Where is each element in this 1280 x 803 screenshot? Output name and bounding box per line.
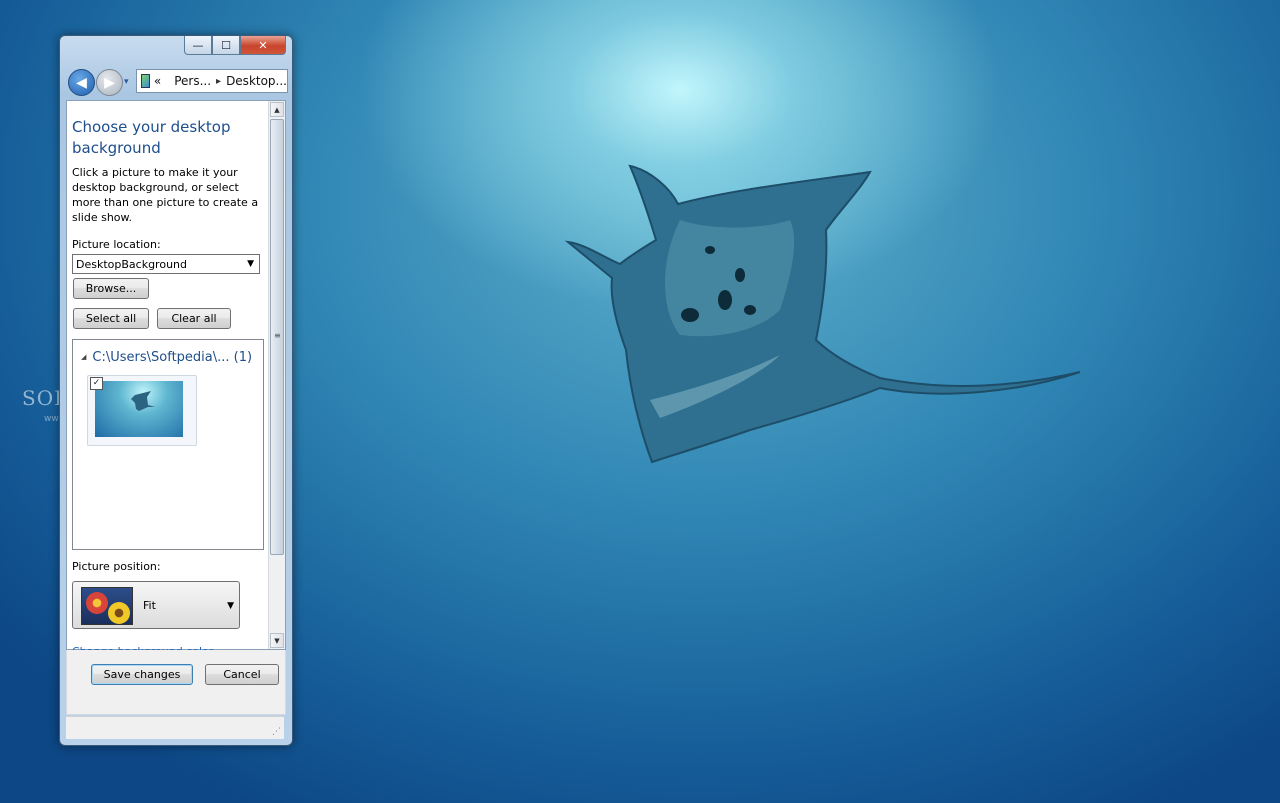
manta-ray-wallpaper-image	[564, 164, 1081, 464]
content-pane: Choose your desktop background Click a p…	[66, 100, 286, 658]
desktop-background-window: — ☐ ✕ ◀ ▶ ▾ « Pers... ▸ Desktop... Choos…	[59, 35, 293, 746]
clear-all-button[interactable]: Clear all	[157, 308, 231, 329]
collapse-triangle-icon[interactable]: ◢	[81, 353, 86, 361]
address-segment-desktop-background[interactable]: Desktop...	[226, 74, 287, 88]
minimize-button[interactable]: —	[184, 36, 212, 55]
picture-location-dropdown[interactable]: DesktopBackground ▼	[72, 254, 260, 274]
caption-buttons: — ☐ ✕	[184, 36, 286, 55]
page-title: Choose your desktop background	[72, 118, 231, 157]
close-button[interactable]: ✕	[240, 36, 286, 55]
resize-grip-icon[interactable]: ⋰	[272, 727, 281, 737]
save-changes-button[interactable]: Save changes	[91, 664, 193, 685]
address-overflow-chevron[interactable]: «	[154, 74, 161, 88]
picture-position-value: Fit	[143, 599, 156, 612]
picture-position-preview-image	[81, 587, 133, 625]
scroll-up-arrow-icon[interactable]: ▲	[270, 102, 284, 117]
address-segment-personalization[interactable]: Pers...	[174, 74, 211, 88]
scrollbar-grip-icon: ≡	[274, 331, 281, 340]
thumbnail-checkbox[interactable]: ✓	[90, 377, 103, 390]
gallery-thumbnail-item[interactable]: ✓	[87, 375, 197, 446]
cancel-button[interactable]: Cancel	[205, 664, 279, 685]
browse-button[interactable]: Browse...	[73, 278, 149, 299]
vertical-scrollbar[interactable]: ▲ ≡ ▼	[268, 101, 285, 649]
status-bar: ⋰	[66, 716, 284, 739]
picture-position-label: Picture position:	[72, 560, 161, 573]
scrollbar-thumb[interactable]: ≡	[270, 119, 284, 555]
gallery-group-title: C:\Users\Softpedia\... (1)	[92, 350, 253, 365]
scroll-down-arrow-icon[interactable]: ▼	[270, 633, 284, 648]
select-all-button[interactable]: Select all	[73, 308, 149, 329]
recent-pages-dropdown-icon[interactable]: ▾	[124, 77, 129, 87]
dialog-footer: Save changes Cancel	[66, 650, 286, 715]
dropdown-arrow-icon: ▼	[227, 601, 234, 611]
page-description: Click a picture to make it your desktop …	[72, 166, 259, 224]
manta-thumbnail-graphic	[131, 391, 155, 411]
picture-gallery[interactable]: ◢ C:\Users\Softpedia\... (1) ✓	[72, 339, 264, 550]
address-separator-icon[interactable]: ▸	[216, 76, 221, 87]
maximize-button[interactable]: ☐	[212, 36, 240, 55]
manta-ray-thumbnail-image	[95, 381, 183, 437]
picture-position-dropdown[interactable]: Fit ▼	[72, 581, 240, 629]
forward-button[interactable]: ▶	[96, 69, 123, 96]
back-button[interactable]: ◀	[68, 69, 95, 96]
dropdown-arrow-icon: ▼	[247, 259, 254, 269]
control-panel-icon	[141, 74, 150, 88]
picture-location-label: Picture location:	[72, 238, 161, 251]
address-bar[interactable]: « Pers... ▸ Desktop...	[136, 69, 288, 93]
picture-location-value: DesktopBackground	[76, 257, 187, 271]
gallery-group-header[interactable]: ◢ C:\Users\Softpedia\... (1)	[81, 350, 252, 365]
